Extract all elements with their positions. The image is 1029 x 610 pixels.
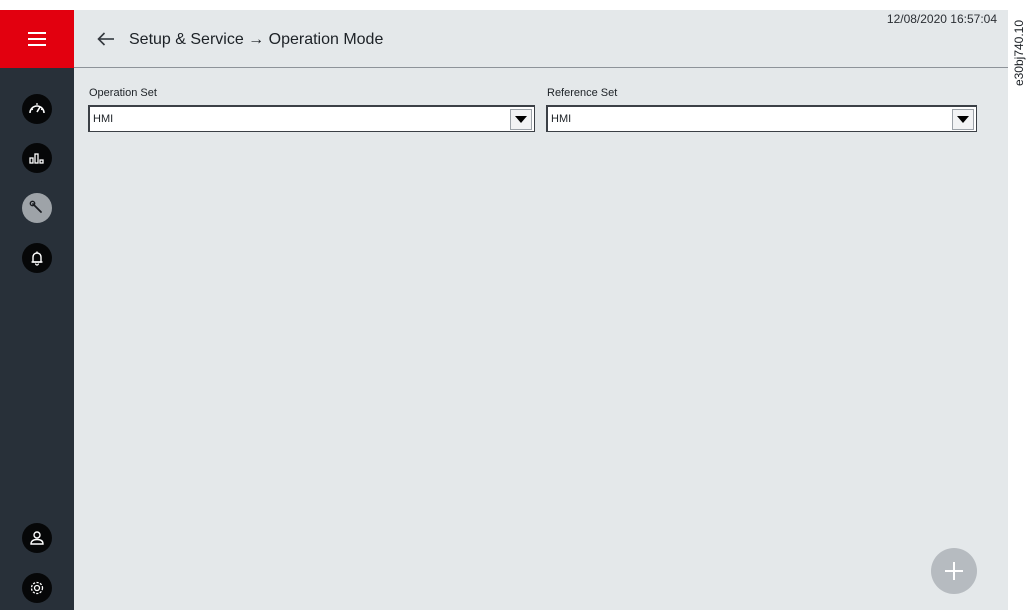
settings-icon — [30, 581, 44, 595]
plus-icon — [945, 562, 963, 580]
wrench-icon — [29, 200, 42, 213]
nav-dashboard-button[interactable] — [22, 94, 52, 124]
nav-alarms-button[interactable] — [22, 243, 52, 273]
bell-icon — [31, 251, 43, 266]
reference-set-label: Reference Set — [547, 87, 618, 99]
add-button[interactable] — [931, 548, 977, 594]
figure-id-text: e30bj740.10 — [1012, 19, 1027, 87]
reference-set-value: HMI — [551, 113, 572, 125]
trend-chart-icon — [29, 153, 44, 164]
page-title: Setup & Service → Operation Mode — [129, 31, 384, 48]
app-frame: Setup & Service → Operation Mode 12/08/2… — [0, 10, 1008, 610]
dashboard-gauge-icon — [29, 103, 45, 114]
nav-trend-button[interactable] — [22, 143, 52, 173]
datetime-display: 12/08/2020 16:57:04 — [886, 12, 997, 26]
figure-id-label: e30bj740.10 — [1011, 10, 1027, 96]
arrow-left-icon — [97, 32, 114, 46]
user-icon — [30, 531, 44, 545]
operation-set-label: Operation Set — [89, 87, 157, 99]
nav-setup-service-button[interactable] — [22, 193, 52, 223]
chevron-down-icon — [957, 116, 969, 123]
sidebar — [0, 10, 74, 610]
hamburger-menu-icon — [28, 32, 46, 46]
operation-set-dropdown-button[interactable] — [510, 109, 532, 130]
reference-set-select[interactable]: HMI — [546, 105, 977, 132]
back-button[interactable] — [93, 26, 119, 52]
reference-set-dropdown-button[interactable] — [952, 109, 974, 130]
header-bar: Setup & Service → Operation Mode 12/08/2… — [74, 10, 1008, 68]
operation-set-value: HMI — [93, 113, 114, 125]
chevron-down-icon — [515, 116, 527, 123]
menu-button[interactable] — [0, 10, 74, 68]
nav-user-button[interactable] — [22, 523, 52, 553]
nav-settings-button[interactable] — [22, 573, 52, 603]
operation-set-select[interactable]: HMI — [88, 105, 535, 132]
